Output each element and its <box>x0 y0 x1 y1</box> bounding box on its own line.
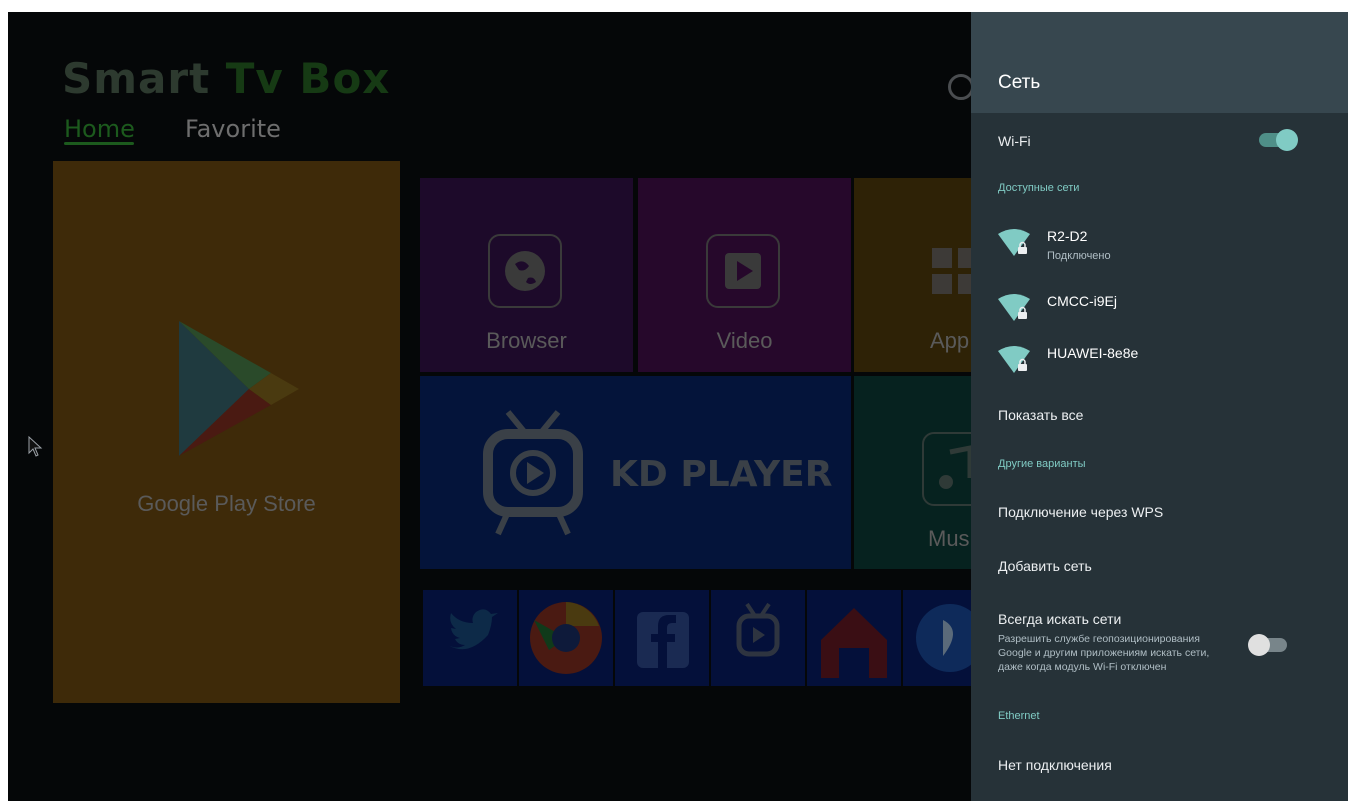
wifi-toggle-label[interactable]: Wi-Fi <box>998 133 1031 149</box>
tile-apps[interactable]: App <box>854 178 978 372</box>
tile-label-video: Video <box>716 328 773 353</box>
tile-google-play[interactable]: Google Play Store <box>53 161 400 703</box>
network-item-huawei[interactable]: HUAWEI-8e8e <box>998 345 1338 385</box>
network-name: R2-D2 <box>1047 228 1088 244</box>
tv-player-icon[interactable] <box>711 590 805 686</box>
tile-browser[interactable]: Browser <box>420 178 633 372</box>
network-status: Подключено <box>1047 250 1111 262</box>
app-shortcut-row <box>423 590 997 686</box>
network-settings-panel: Сеть Wi-Fi Доступные сети R2-D2 Подключе… <box>971 12 1348 801</box>
ethernet-label: Ethernet <box>998 710 1040 722</box>
network-item-r2d2[interactable]: R2-D2 Подключено <box>998 228 1338 268</box>
wifi-locked-icon <box>998 346 1030 373</box>
tile-label-browser: Browser <box>486 328 567 353</box>
always-scan-toggle[interactable] <box>1248 634 1287 656</box>
tile-video[interactable]: Video <box>638 178 851 372</box>
always-scan-title[interactable]: Всегда искать сети <box>998 611 1121 627</box>
tile-music[interactable]: Mus <box>854 376 996 569</box>
wifi-toggle-knob <box>1276 129 1298 151</box>
wifi-locked-icon <box>998 294 1030 321</box>
always-scan-description: Разрешить службе геопозиционирования Goo… <box>998 633 1210 673</box>
wifi-locked-icon <box>998 229 1030 256</box>
always-scan-toggle-knob <box>1248 634 1270 656</box>
brand-word-smart: Smart <box>62 54 211 103</box>
google-play-icon <box>179 321 299 456</box>
chrome-icon[interactable] <box>519 590 613 686</box>
tile-label-apps: App <box>930 328 970 353</box>
other-options-label: Другие варианты <box>998 458 1086 470</box>
show-all-networks[interactable]: Показать все <box>998 407 1083 423</box>
tab-home[interactable]: Home <box>64 115 135 143</box>
tab-home-underline <box>64 142 134 145</box>
panel-title: Сеть <box>998 72 1041 93</box>
brand-logo: Smart Tv Box <box>62 54 390 103</box>
twitter-icon[interactable] <box>423 590 517 686</box>
brand-word-tvbox: Tv Box <box>225 54 391 103</box>
network-name: HUAWEI-8e8e <box>1047 345 1139 361</box>
tile-kd-player[interactable]: KD PLAYER <box>420 376 851 569</box>
add-network-item[interactable]: Добавить сеть <box>998 558 1092 574</box>
video-play-icon <box>706 234 780 308</box>
network-item-cmcc[interactable]: CMCC-i9Ej <box>998 293 1338 333</box>
tv-screen: Smart Tv Box Home Favorite Google Play S… <box>8 12 1348 801</box>
tile-label-google-play: Google Play Store <box>137 491 316 516</box>
tile-label-music: Mus <box>928 526 970 551</box>
network-name: CMCC-i9Ej <box>1047 293 1117 309</box>
home-icon[interactable] <box>807 590 901 686</box>
facebook-icon[interactable] <box>615 590 709 686</box>
ethernet-status: Нет подключения <box>998 757 1112 773</box>
wps-connect-item[interactable]: Подключение через WPS <box>998 504 1163 520</box>
browser-globe-icon <box>488 234 562 308</box>
tab-favorite[interactable]: Favorite <box>185 115 281 143</box>
wifi-toggle[interactable] <box>1259 129 1298 151</box>
available-networks-label: Доступные сети <box>998 182 1080 194</box>
panel-header: Сеть <box>971 12 1348 113</box>
tile-label-kd-player: KD PLAYER <box>610 454 833 495</box>
kd-player-tv-icon <box>483 410 583 536</box>
mouse-cursor-icon <box>28 436 43 457</box>
